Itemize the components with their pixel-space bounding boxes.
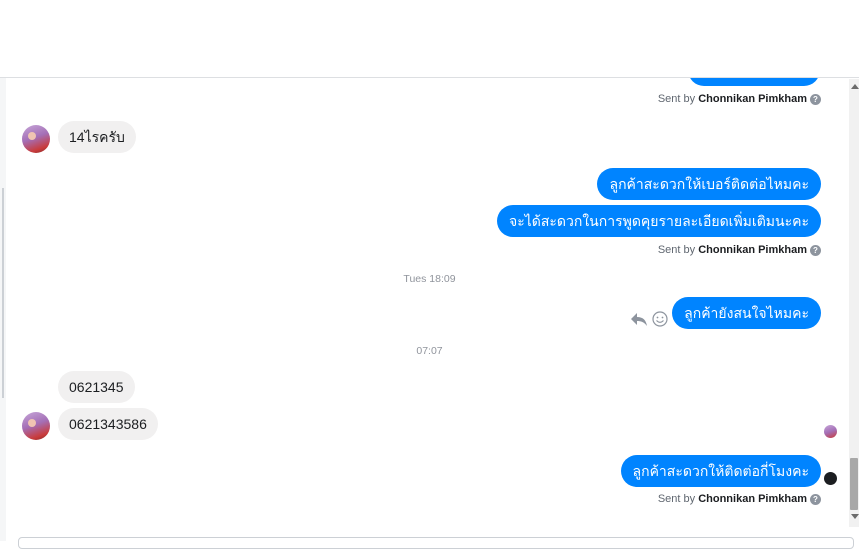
message-bubble-outgoing[interactable]: ลูกค้าสะดวกให้เบอร์ติดต่อไหมคะ [597,168,821,200]
message-bubble-incoming[interactable]: 0621345 [58,371,135,403]
message-bubble-outgoing[interactable]: ลูกค้ายังสนใจไหมคะ [672,297,821,329]
timestamp-divider: Tues 18:09 [403,273,456,285]
help-icon[interactable]: ? [810,494,821,505]
left-edge-panel [0,0,6,541]
scroll-up-arrow-icon[interactable] [851,84,859,89]
sent-by-label: Sent by Chonnikan Pimkham? [658,493,821,505]
contact-avatar-small[interactable] [22,125,50,153]
help-icon[interactable]: ? [810,94,821,105]
help-icon[interactable]: ? [810,245,821,256]
scroll-down-arrow-icon[interactable] [851,514,859,519]
sent-by-label: Sent by Chonnikan Pimkham? [658,93,821,105]
scrollbar-thumb[interactable] [850,458,858,510]
agent-name[interactable]: Chonnikan Pimkham [698,93,807,105]
message-bubble-incoming[interactable]: 14ไรครับ [58,121,136,153]
agent-avatar-tiny [824,472,837,485]
seen-by-avatar [824,425,837,438]
message-composer[interactable] [18,537,854,549]
sent-by-prefix: Sent by [657,493,696,505]
message-bubble-outgoing[interactable]: จะได้สะดวกในการพูดคุยรายละเอียดเพิ่มเติม… [497,205,821,237]
left-scrollbar[interactable] [2,188,4,398]
sent-by-prefix: Sent by [657,244,696,256]
smiley-react-icon[interactable] [652,311,668,327]
message-bubble-outgoing[interactable]: ลูกค้าสะดวกให้ติดต่อกี่โมงคะ [620,455,821,487]
reply-icon[interactable] [630,311,648,327]
contact-avatar-small[interactable] [22,412,50,440]
agent-name[interactable]: Chonnikan Pimkham [698,244,807,256]
sent-by-label: Sent by Chonnikan Pimkham? [658,244,821,256]
message-bubble-incoming[interactable]: 0621343586 [58,408,158,440]
timestamp-divider: 07:07 [416,345,443,357]
header-overlay [0,0,859,78]
sent-by-prefix: Sent by [657,93,696,105]
agent-name[interactable]: Chonnikan Pimkham [698,493,807,505]
